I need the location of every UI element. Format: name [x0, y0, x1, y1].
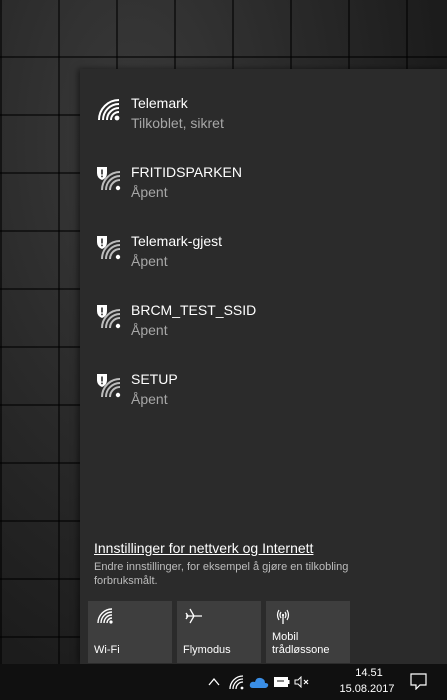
tile-label: Flymodus	[183, 644, 231, 656]
taskbar: 14.51 15.08.2017	[0, 664, 447, 700]
network-item-brcm-test-ssid[interactable]: BRCM_TEST_SSID Åpent	[80, 296, 447, 365]
network-status: Åpent	[131, 391, 168, 407]
wifi-open-warning-icon	[97, 236, 121, 260]
wifi-open-warning-icon	[97, 167, 121, 191]
tile-label: Mobil trådløssone	[272, 631, 330, 656]
mobile-hotspot-tile[interactable]: Mobil trådløssone	[266, 601, 350, 663]
clock-time[interactable]: 14.51	[342, 667, 396, 679]
network-name: Telemark	[131, 95, 188, 111]
network-status: Tilkoblet, sikret	[131, 115, 224, 131]
tile-label: Wi-Fi	[94, 644, 120, 656]
network-status: Åpent	[131, 253, 168, 269]
network-item-setup[interactable]: SETUP Åpent	[80, 365, 447, 434]
hotspot-icon	[276, 609, 290, 624]
chevron-up-icon[interactable]	[208, 677, 220, 687]
network-settings-description: Endre innstillinger, for eksempel å gjør…	[94, 561, 349, 587]
network-settings-link[interactable]: Innstillinger for nettverk og Internett	[94, 540, 313, 556]
wifi-icon[interactable]	[228, 674, 244, 690]
battery-icon[interactable]	[274, 677, 290, 687]
network-flyout: Telemark Tilkoblet, sikret FRITIDSPARKEN…	[80, 69, 447, 664]
volume-muted-icon[interactable]	[294, 676, 310, 688]
wifi-open-warning-icon	[97, 374, 121, 398]
wifi-icon	[97, 608, 113, 624]
network-item-telemark[interactable]: Telemark Tilkoblet, sikret	[80, 89, 447, 158]
network-status: Åpent	[131, 184, 168, 200]
wifi-tile[interactable]: Wi-Fi	[88, 601, 172, 663]
network-name: SETUP	[131, 371, 178, 387]
network-item-fritidsparken[interactable]: FRITIDSPARKEN Åpent	[80, 158, 447, 227]
network-status: Åpent	[131, 322, 168, 338]
notification-icon[interactable]	[410, 673, 427, 690]
wifi-open-warning-icon	[97, 305, 121, 329]
clock-date[interactable]: 15.08.2017	[334, 683, 400, 695]
network-item-telemark-gjest[interactable]: Telemark-gjest Åpent	[80, 227, 447, 296]
network-list: Telemark Tilkoblet, sikret FRITIDSPARKEN…	[80, 89, 447, 434]
airplane-icon	[185, 608, 202, 624]
wifi-connected-icon	[98, 99, 120, 121]
network-name: FRITIDSPARKEN	[131, 164, 242, 180]
flymodus-tile[interactable]: Flymodus	[177, 601, 261, 663]
onedrive-icon[interactable]	[249, 676, 269, 689]
network-name: Telemark-gjest	[131, 233, 223, 249]
network-name: BRCM_TEST_SSID	[131, 302, 257, 318]
